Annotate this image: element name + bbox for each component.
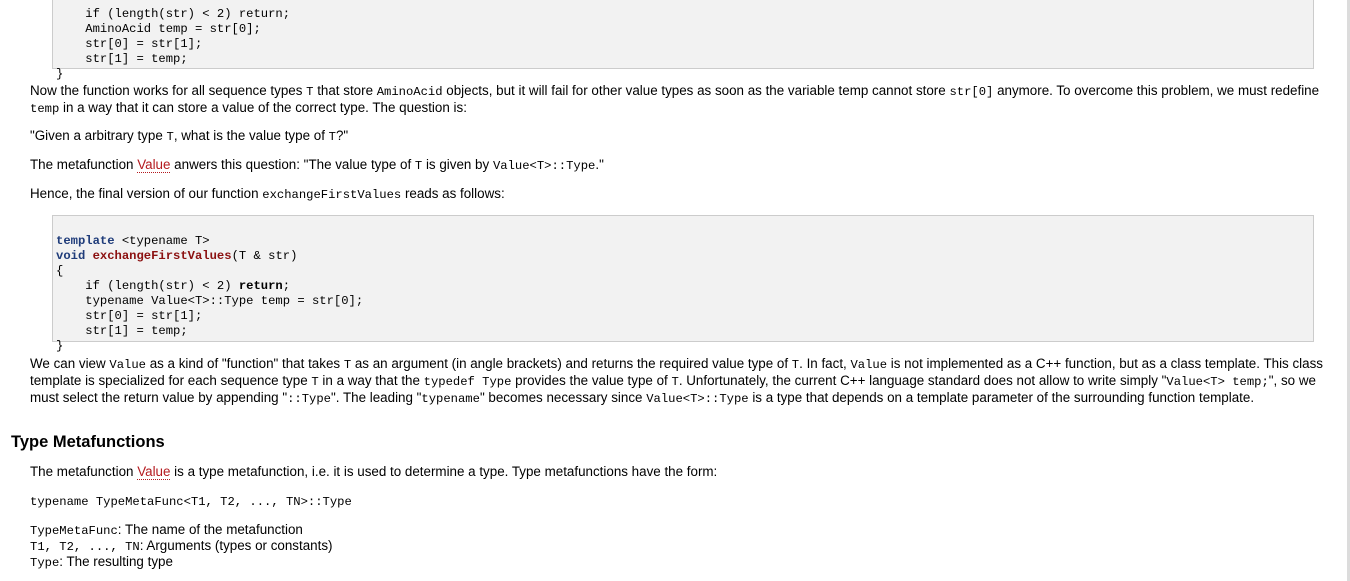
code-line: void exchangeFirstValues(T & str): [56, 249, 298, 263]
section-heading-type-metafunctions: Type Metafunctions: [11, 433, 165, 451]
paragraph-intro: Now the function works for all sequence …: [30, 83, 1320, 117]
value-link[interactable]: Value: [137, 464, 171, 480]
metafunction-form: typename TypeMetaFunc<T1, T2, ..., TN>::…: [30, 495, 352, 509]
code-line: str[0] = str[1];: [56, 309, 203, 323]
definition-item: TypeMetaFunc: The name of the metafuncti…: [30, 522, 303, 538]
code-line: str[0] = str[1];: [56, 37, 203, 51]
code-line: }: [56, 67, 64, 81]
paragraph-type-metafunction: The metafunction Value is a type metafun…: [30, 464, 718, 480]
code-line: }: [56, 339, 64, 353]
definition-item: T1, T2, ..., TN: Arguments (types or con…: [30, 538, 333, 554]
paragraph-value-answer: The metafunction Value anwers this quest…: [30, 157, 604, 173]
value-link[interactable]: Value: [137, 157, 171, 173]
paragraph-question: "Given a arbitrary type T, what is the v…: [30, 128, 349, 144]
code-line: str[1] = temp;: [56, 324, 188, 338]
code-block-swap-amino: if (length(str) < 2) return; AminoAcid t…: [52, 0, 1314, 81]
code-line: AminoAcid temp = str[0];: [56, 22, 261, 36]
code-block-exchange-first-values: template <typename T> void exchangeFirstV…: [52, 215, 1314, 353]
code-line: typename Value<T>::Type temp = str[0];: [56, 294, 364, 308]
code-line: {: [56, 264, 64, 278]
code-line: if (length(str) < 2) return;: [56, 279, 291, 293]
paragraph-final-version: Hence, the final version of our function…: [30, 186, 505, 202]
paragraph-value-explanation: We can view Value as a kind of "function…: [30, 356, 1323, 407]
code-line: template <typename T>: [56, 234, 210, 248]
code-line: if (length(str) < 2) return;: [56, 7, 291, 21]
definition-item: Type: The resulting type: [30, 554, 173, 570]
code-line: str[1] = temp;: [56, 52, 188, 66]
